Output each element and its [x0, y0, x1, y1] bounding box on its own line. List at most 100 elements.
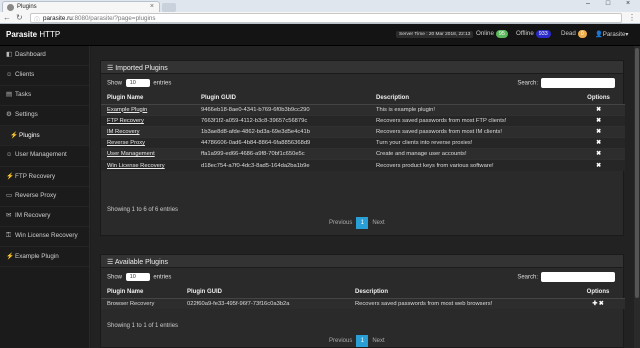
plugin-guid: d18ec754-a7f0-4dc3-8ad5-164da2ba1b9e [195, 159, 370, 172]
example-plugin-icon: ⚡ [6, 252, 14, 260]
page-scrollbar[interactable] [634, 46, 640, 348]
table-info: Showing 1 to 1 of 1 entries [107, 323, 179, 329]
plugin-name-link[interactable]: Win License Recovery [101, 159, 195, 172]
sidebar-item-reverse-proxy[interactable]: ▭ Reverse Proxy [0, 187, 89, 207]
scrollbar-thumb[interactable] [635, 48, 639, 298]
browser-tab[interactable]: Plugins × [2, 1, 160, 12]
brand-bold: Parasite [6, 30, 38, 39]
new-tab-button[interactable] [162, 3, 176, 12]
sidebar-item-win-license-recovery[interactable]: ⚿ Win License Recovery [0, 227, 89, 247]
sidebar-item-ftp-recovery[interactable]: ⚡FTP Recovery [0, 167, 89, 187]
sidebar-item-im-recovery[interactable]: ✉ IM Recovery [0, 207, 89, 227]
plugin-name-link[interactable]: IM Recovery [101, 125, 195, 138]
reverse-proxy-icon: ▭ [6, 191, 12, 199]
remove-icon[interactable]: ✖ [572, 137, 625, 149]
plugin-guid: 1b3ae8d8-afde-4862-bd3a-69e3d5e4c41b [195, 125, 370, 138]
panel-title-text: Available Plugins [114, 259, 169, 266]
plugin-name-link[interactable]: FTP Recovery [101, 114, 195, 127]
main-content: ☰ Imported Plugins Show 10 entries Searc… [91, 46, 640, 348]
install-remove-icons[interactable]: ✚ ✖ [571, 297, 625, 310]
table-row: Browser Recovery 022f60a9-fe33-495f-96f7-… [101, 297, 625, 310]
im-recovery-icon: ✉ [6, 211, 12, 219]
sidebar-item-dashboard[interactable]: ◧ Dashboard [0, 46, 89, 67]
sidebar-item-tasks[interactable]: ▤ Tasks [0, 86, 89, 107]
address-bar: ← ↻ ⓘ parasite.ru:8080/parasite/?page=pl… [0, 12, 640, 24]
col-description[interactable]: Description [370, 93, 572, 105]
list-icon: ☰ [107, 65, 116, 72]
remove-icon[interactable]: ✖ [572, 125, 625, 138]
previous-button[interactable]: Previous [329, 338, 352, 344]
plugin-guid: ffa1a999-ed66-4686-a9f8-70bf1c650e5c [195, 148, 370, 160]
sidebar-item-label: FTP Recovery [15, 172, 56, 180]
plugin-description: Create and manage user accounts! [370, 148, 572, 160]
col-plugin-name[interactable]: Plugin Name [101, 287, 181, 299]
remove-icon[interactable]: ✖ [572, 114, 625, 127]
plugin-guid: 9466eb18-8ae0-4341-b769-6f0b3b9cc290 [195, 103, 370, 116]
browser-menu-icon[interactable]: ⋮ [628, 13, 636, 22]
col-plugin-guid[interactable]: Plugin GUID [195, 93, 370, 105]
page-length: Show 10 entries [107, 79, 171, 87]
pagination: Previous 1 Next [329, 335, 385, 347]
sidebar-item-label: IM Recovery [15, 211, 51, 219]
reload-icon[interactable]: ↻ [16, 13, 23, 22]
sidebar-item-settings[interactable]: ⚙ Settings [0, 106, 89, 127]
table-row: FTP Recovery 7663f1f2-a059-4112-b3c8-3965… [101, 114, 625, 127]
url-path: :8080/parasite/?page=plugins [72, 15, 156, 22]
plugin-name-link[interactable]: User Management [101, 148, 195, 160]
sidebar-item-label: Example Plugin [15, 252, 59, 260]
sidebar-item-label: Settings [15, 111, 38, 119]
col-options: Options [572, 93, 625, 105]
table-controls: Show 10 entries Search: [101, 268, 623, 287]
table-header-row: Plugin Name Plugin GUID Description Opti… [101, 93, 625, 105]
table-info: Showing 1 to 6 of 6 entries [107, 207, 179, 213]
back-icon[interactable]: ← [3, 13, 11, 22]
user-menu[interactable]: 👤Parasite▾ [595, 30, 629, 38]
sidebar-item-plugins[interactable]: ⚡Plugins [0, 126, 89, 147]
sidebar-item-user-management[interactable]: ☺ User Management [0, 146, 89, 167]
entries-label: entries [153, 274, 172, 281]
info-icon: ⓘ [34, 18, 41, 24]
sidebar-item-label: Reverse Proxy [15, 191, 57, 199]
col-plugin-guid[interactable]: Plugin GUID [181, 287, 349, 299]
dead-status[interactable]: Dead 0 [561, 30, 587, 38]
offline-status[interactable]: Offline 933 [516, 30, 551, 38]
col-description[interactable]: Description [349, 287, 571, 299]
maximize-icon[interactable]: □ [600, 0, 616, 9]
search-area: Search: [517, 78, 615, 88]
search-input[interactable] [541, 78, 615, 88]
page-1-button[interactable]: 1 [356, 335, 369, 347]
ftp-recovery-icon: ⚡ [6, 172, 14, 180]
tab-close-icon[interactable]: × [150, 3, 154, 10]
imported-plugins-table: Plugin Name Plugin GUID Description Opti… [101, 93, 625, 172]
brand[interactable]: Parasite HTTP [6, 30, 60, 39]
minimize-icon[interactable]: – [580, 0, 596, 9]
previous-button[interactable]: Previous [329, 220, 352, 226]
remove-icon[interactable]: ✖ [572, 148, 625, 160]
next-button[interactable]: Next [372, 220, 384, 226]
col-plugin-name[interactable]: Plugin Name [101, 93, 195, 105]
online-status[interactable]: Online 95 [476, 30, 508, 38]
plugin-name-link[interactable]: Reverse Proxy [101, 137, 195, 149]
sidebar-item-label: Plugins [19, 132, 40, 140]
url-field[interactable]: ⓘ parasite.ru:8080/parasite/?page=plugin… [30, 13, 622, 24]
remove-icon[interactable]: ✖ [572, 103, 625, 116]
page-1-button[interactable]: 1 [356, 217, 369, 229]
sidebar-item-example-plugin[interactable]: ⚡Example Plugin [0, 247, 89, 268]
table-row: User Management ffa1a999-ed66-4686-a9f8-7… [101, 148, 625, 160]
close-window-icon[interactable]: × [620, 0, 636, 9]
offline-label: Offline [516, 30, 534, 37]
available-plugins-panel: ☰ Available Plugins Show 10 entries Sear… [100, 254, 625, 348]
entries-select[interactable]: 10 [125, 273, 150, 281]
remove-icon[interactable]: ✖ [572, 159, 625, 172]
search-input[interactable] [541, 272, 615, 282]
next-button[interactable]: Next [372, 338, 384, 344]
plugin-guid: 7663f1f2-a059-4112-b3c8-39657c56879c [195, 114, 370, 127]
plugin-name-link[interactable]: Example Plugin [101, 103, 195, 116]
dead-label: Dead [561, 30, 576, 37]
sidebar-item-clients[interactable]: ☺ Clients [0, 66, 89, 87]
plugin-description: This is example plugin! [370, 103, 572, 116]
table-controls: Show 10 entries Search: [101, 74, 623, 93]
entries-select[interactable]: 10 [125, 79, 150, 87]
offline-badge: 933 [535, 30, 551, 38]
sidebar-item-label: User Management [15, 151, 67, 159]
